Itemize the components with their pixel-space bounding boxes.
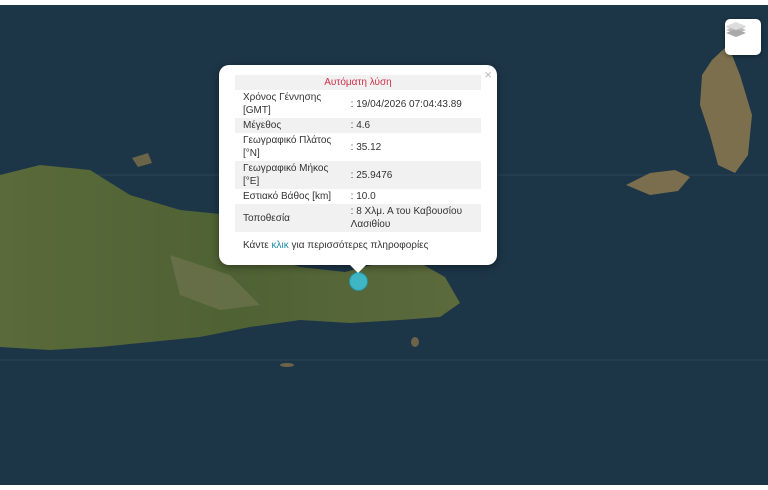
layers-icon <box>725 19 747 39</box>
table-row: Εστιακό Βάθος [km]: 10.0 <box>235 189 481 204</box>
row-label: Χρόνος Γέννησης [GMT] <box>235 90 343 118</box>
more-info-text: Κάντε κλικ για περισσότερες πληροφορίες <box>243 240 428 251</box>
row-value: : 35.12 <box>343 133 481 161</box>
kasos-island <box>626 170 690 195</box>
row-value: : 10.0 <box>343 189 481 204</box>
more-prefix: Κάντε <box>243 240 272 251</box>
popup-title: Αυτόματη λύση <box>235 75 481 90</box>
table-row: Γεωγραφικό Πλάτος [°N]: 35.12 <box>235 133 481 161</box>
table-row: Τοποθεσία: 8 Χλμ. Α του Καβουσίου Λασιθί… <box>235 204 481 232</box>
dia-island <box>132 153 152 167</box>
karpathos-island <box>700 45 752 173</box>
row-value: : 25.9476 <box>343 161 481 189</box>
row-value: : 19/04/2026 07:04:43.89 <box>343 90 481 118</box>
more-suffix: για περισσότερες πληροφορίες <box>289 240 429 251</box>
row-label: Εστιακό Βάθος [km] <box>235 189 343 204</box>
row-label: Μέγεθος <box>235 118 343 133</box>
row-label: Γεωγραφικό Μήκος [°E] <box>235 161 343 189</box>
popup-tip <box>349 264 367 273</box>
koufonisi-island <box>411 337 419 347</box>
row-label: Τοποθεσία <box>235 204 343 232</box>
row-value: : 8 Χλμ. Α του Καβουσίου Λασιθίου <box>343 204 481 232</box>
earthquake-popup: × Αυτόματη λύση Χρόνος Γέννησης [GMT]: 1… <box>219 65 497 265</box>
more-info-link[interactable]: κλικ <box>272 240 289 251</box>
table-row: Χρόνος Γέννησης [GMT]: 19/04/2026 07:04:… <box>235 90 481 118</box>
table-row: Μέγεθος: 4.6 <box>235 118 481 133</box>
row-value: : 4.6 <box>343 118 481 133</box>
close-icon[interactable]: × <box>484 67 492 82</box>
table-row: Γεωγραφικό Μήκος [°E]: 25.9476 <box>235 161 481 189</box>
layers-button[interactable] <box>725 19 761 55</box>
chrysi-island <box>280 363 294 367</box>
row-label: Γεωγραφικό Πλάτος [°N] <box>235 133 343 161</box>
earthquake-marker[interactable] <box>349 272 368 291</box>
earthquake-details-table: Αυτόματη λύση Χρόνος Γέννησης [GMT]: 19/… <box>235 75 481 232</box>
